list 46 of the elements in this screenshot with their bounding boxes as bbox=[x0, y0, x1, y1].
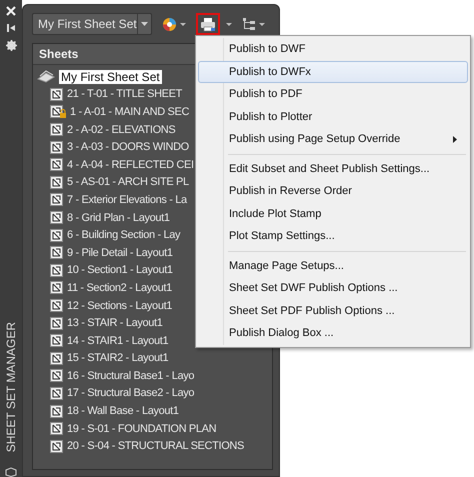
caret-icon bbox=[259, 22, 265, 26]
menu-item[interactable]: Publish to Plotter bbox=[198, 106, 468, 128]
tree-item[interactable]: 14 - STAIR1 - Layout1 bbox=[67, 334, 168, 347]
printer-icon bbox=[200, 16, 216, 32]
tree-item[interactable]: 20 - S-04 - STRUCTURAL SECTIONS bbox=[67, 440, 244, 452]
menu-item[interactable]: Publish in Reverse Order bbox=[198, 180, 468, 202]
publish-button[interactable] bbox=[196, 13, 220, 35]
menu-item[interactable]: Sheet Set DWF Publish Options ... bbox=[198, 277, 468, 300]
pin-icon[interactable] bbox=[6, 23, 16, 33]
tree-item[interactable]: 13 - STAIR - Layout1 bbox=[67, 317, 163, 330]
tree-item[interactable]: 15 - STAIR2 - Layout1 bbox=[67, 352, 168, 364]
menu-item[interactable]: Publish to PDF bbox=[198, 83, 468, 106]
tree-item[interactable]: 4 - A-04 - REFLECTED CEI bbox=[67, 158, 194, 171]
menu-item[interactable]: Publish Dialog Box ... bbox=[198, 322, 468, 344]
tree-item[interactable]: 6 - Building Section - Lay bbox=[67, 229, 180, 242]
tree-item[interactable]: 11 - Section2 - Layout1 bbox=[67, 282, 172, 294]
tree-item[interactable]: 19 - S-01 - FOUNDATION PLAN bbox=[67, 422, 216, 435]
tree-item[interactable]: 7 - Exterior Elevations - La bbox=[67, 194, 187, 206]
settings-icon[interactable] bbox=[6, 40, 16, 51]
menu-item[interactable]: Manage Page Setups... bbox=[198, 254, 468, 277]
menu-item[interactable]: Edit Subset and Sheet Publish Settings... bbox=[198, 158, 468, 180]
tree-item[interactable]: 1 - A-01 - MAIN AND SEC bbox=[70, 106, 190, 118]
tree-item[interactable]: 8 - Grid Plan - Layout1 bbox=[67, 212, 170, 224]
caret-icon[interactable] bbox=[226, 22, 232, 26]
tree-item[interactable]: 16 - Structural Base1 - Layo bbox=[67, 370, 194, 382]
tree-item[interactable]: 17 - Structural Base2 - Layo bbox=[67, 387, 194, 400]
tree-item[interactable]: 21 - T-01 - TITLE SHEET bbox=[67, 88, 182, 100]
tree-item[interactable]: 5 - AS-01 - ARCH SITE PL bbox=[67, 176, 189, 188]
palette-title: SHEET SET MANAGER bbox=[4, 322, 18, 452]
tree-item[interactable]: 9 - Pile Detail - Layout1 bbox=[67, 246, 173, 259]
menu-item[interactable]: Sheet Set PDF Publish Options ... bbox=[198, 300, 468, 322]
sheet-set-dropdown[interactable]: My First Sheet Set bbox=[32, 13, 152, 35]
tree-item[interactable]: My First Sheet Set bbox=[59, 70, 162, 84]
menu-item[interactable]: Publish to DWFx bbox=[198, 60, 468, 83]
close-icon[interactable] bbox=[6, 6, 16, 16]
menu-item[interactable]: Include Plot Stamp bbox=[198, 202, 468, 225]
caret-icon bbox=[140, 22, 148, 26]
caret-icon bbox=[180, 22, 186, 26]
tree-item[interactable]: 10 - Section1 - Layout1 bbox=[67, 264, 173, 276]
menu-item[interactable]: Plot Stamp Settings... bbox=[198, 225, 468, 248]
tree-item[interactable]: 12 - Sections - Layout1 bbox=[67, 300, 172, 312]
tree-item[interactable]: 18 - Wall Base - Layout1 bbox=[67, 405, 179, 418]
menu-item[interactable]: Publish using Page Setup Override bbox=[198, 128, 468, 150]
tree-item[interactable]: 3 - A-03 - DOORS WINDO bbox=[67, 141, 189, 154]
hierarchy-icon bbox=[242, 16, 256, 32]
tree-item[interactable]: 2 - A-02 - ELEVATIONS bbox=[67, 124, 176, 136]
